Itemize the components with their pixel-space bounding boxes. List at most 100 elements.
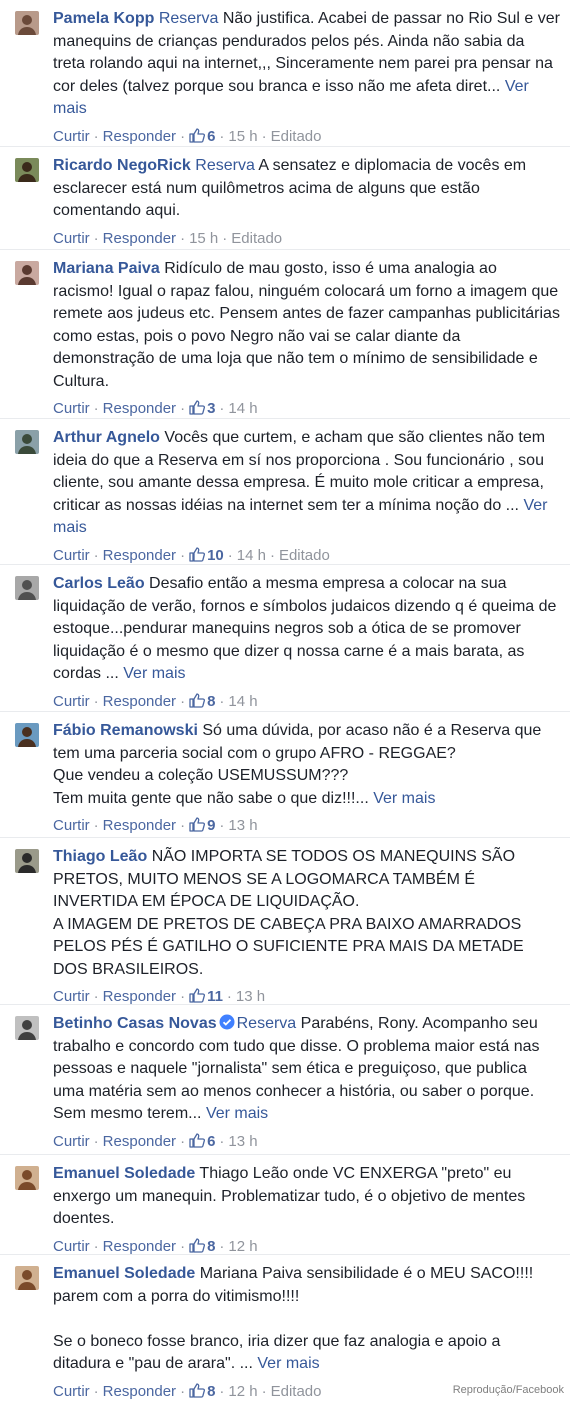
reply-button[interactable]: Responder	[103, 693, 176, 710]
like-button[interactable]: Curtir	[53, 547, 90, 564]
separator: ·	[93, 1237, 99, 1255]
like-button[interactable]: Curtir	[53, 230, 90, 247]
edited-label[interactable]: Editado	[279, 547, 330, 564]
comment-timestamp[interactable]: 12 h	[228, 1238, 257, 1255]
comment-timestamp[interactable]: 12 h	[228, 1383, 257, 1400]
avatar[interactable]	[15, 261, 39, 285]
like-count-link[interactable]: 9	[189, 817, 215, 834]
avatar[interactable]	[15, 430, 39, 454]
comment-actions: Curtir · Responder · 6 · 15 h · Editado	[53, 127, 560, 147]
comment-author[interactable]: Carlos Leão	[53, 575, 145, 592]
comment-divider	[0, 1004, 570, 1005]
like-count: 11	[207, 988, 223, 1005]
reply-button[interactable]: Responder	[103, 547, 176, 564]
comment-author[interactable]: Betinho Casas Novas	[53, 1015, 217, 1032]
comment-author[interactable]: Arthur Agnelo	[53, 429, 160, 446]
like-button[interactable]: Curtir	[53, 1238, 90, 1255]
separator: ·	[93, 127, 99, 145]
comment-timestamp[interactable]: 13 h	[228, 817, 257, 834]
see-more-link[interactable]: Ver mais	[123, 665, 185, 682]
comment-divider	[0, 146, 570, 147]
comment-timestamp[interactable]: 13 h	[236, 988, 265, 1005]
comment-divider	[0, 249, 570, 250]
avatar[interactable]	[15, 1166, 39, 1190]
comment-author[interactable]: Emanuel Soledade	[53, 1165, 195, 1182]
comment-page-link[interactable]: Reserva	[237, 1015, 297, 1032]
avatar[interactable]	[15, 1266, 39, 1290]
edited-label[interactable]: Editado	[271, 1383, 322, 1400]
separator: ·	[93, 1382, 99, 1400]
see-more-link[interactable]: Ver mais	[373, 790, 435, 807]
verified-badge-icon	[219, 1014, 235, 1030]
separator: ·	[219, 692, 225, 710]
comment-author[interactable]: Thiago Leão	[53, 848, 147, 865]
like-button[interactable]: Curtir	[53, 1383, 90, 1400]
avatar[interactable]	[15, 849, 39, 873]
comment-timestamp[interactable]: 15 h	[189, 230, 218, 247]
separator: ·	[226, 988, 232, 1005]
like-button[interactable]: Curtir	[53, 1133, 90, 1150]
comment-author[interactable]: Ricardo NegoRick	[53, 157, 191, 174]
edited-label[interactable]: Editado	[271, 128, 322, 145]
comment-page-link[interactable]: Reserva	[159, 10, 219, 27]
comment-author[interactable]: Pamela Kopp	[53, 10, 154, 27]
separator: ·	[93, 1132, 99, 1150]
avatar[interactable]	[15, 576, 39, 600]
comment-timestamp[interactable]: 14 h	[228, 693, 257, 710]
comment-actions: Curtir · Responder · 6 · 13 h	[53, 1132, 560, 1152]
comment-divider	[0, 564, 570, 565]
comment-timestamp[interactable]: 15 h	[228, 128, 257, 145]
like-thumb-icon	[189, 1237, 206, 1253]
comment-author[interactable]: Emanuel Soledade	[53, 1265, 195, 1282]
comment-divider	[0, 1254, 570, 1255]
reply-button[interactable]: Responder	[103, 1133, 176, 1150]
like-thumb-icon	[189, 400, 206, 415]
like-button[interactable]: Curtir	[53, 988, 90, 1005]
separator: ·	[219, 127, 225, 145]
like-count: 10	[207, 546, 224, 564]
separator: ·	[180, 127, 186, 145]
reply-button[interactable]: Responder	[103, 817, 176, 834]
like-count-link[interactable]: 10	[189, 547, 224, 564]
reply-button[interactable]: Responder	[103, 988, 176, 1005]
separator: ·	[180, 1132, 186, 1150]
like-count-link[interactable]: 8	[189, 693, 215, 710]
comment-timestamp[interactable]: 14 h	[237, 547, 266, 564]
comment-timestamp[interactable]: 13 h	[228, 1133, 257, 1150]
comment-page-link[interactable]: Reserva	[195, 157, 255, 174]
like-button[interactable]: Curtir	[53, 128, 90, 145]
separator: ·	[93, 546, 99, 564]
like-button[interactable]: Curtir	[53, 400, 90, 417]
separator: ·	[93, 229, 99, 247]
comment-actions: Curtir · Responder · 3 · 14 h	[53, 399, 560, 419]
reply-button[interactable]: Responder	[103, 230, 176, 247]
avatar[interactable]	[15, 158, 39, 182]
edited-label[interactable]: Editado	[231, 230, 282, 247]
like-button[interactable]: Curtir	[53, 817, 90, 834]
separator: ·	[269, 546, 275, 564]
reply-button[interactable]: Responder	[103, 1383, 176, 1400]
like-thumb-icon	[189, 988, 206, 1003]
reply-button[interactable]: Responder	[103, 128, 176, 145]
separator: ·	[222, 229, 228, 247]
like-count-link[interactable]: 8	[189, 1238, 215, 1255]
like-count-link[interactable]: 3	[189, 400, 215, 417]
comment-body: Carlos Leão Desafio então a mesma empres…	[53, 573, 560, 712]
like-count-link[interactable]: 6	[189, 1133, 215, 1150]
like-button[interactable]: Curtir	[53, 693, 90, 710]
avatar[interactable]	[15, 723, 39, 747]
see-more-link[interactable]: Ver mais	[257, 1355, 319, 1372]
like-count-link[interactable]: 8	[189, 1383, 215, 1400]
like-count-link[interactable]: 11	[189, 988, 223, 1005]
comment-author[interactable]: Fábio Remanowski	[53, 722, 198, 739]
avatar[interactable]	[15, 11, 39, 35]
reply-button[interactable]: Responder	[103, 1238, 176, 1255]
comment-author[interactable]: Mariana Paiva	[53, 260, 160, 277]
avatar[interactable]	[15, 1016, 39, 1040]
see-more-link[interactable]: Ver mais	[206, 1105, 268, 1122]
reply-button[interactable]: Responder	[103, 400, 176, 417]
like-count-link[interactable]: 6	[189, 128, 215, 145]
comment-timestamp[interactable]: 14 h	[228, 400, 257, 417]
comment-body: Mariana Paiva Ridículo de mau gosto, iss…	[53, 258, 560, 419]
like-thumb-icon	[189, 127, 206, 143]
